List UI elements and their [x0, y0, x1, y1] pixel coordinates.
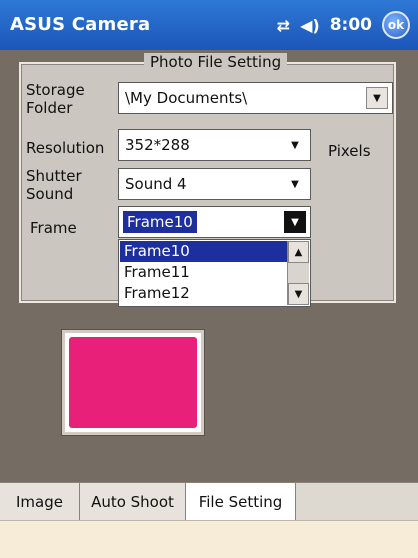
shutter-sound-value: Sound 4	[125, 175, 187, 193]
chevron-down-icon[interactable]: ▼	[284, 173, 306, 195]
shutter-sound-dropdown[interactable]: Sound 4 ▼	[118, 168, 311, 200]
clock[interactable]: 8:00	[330, 15, 372, 35]
chevron-down-icon[interactable]: ▼	[284, 134, 306, 156]
resolution-unit: Pixels	[328, 142, 371, 160]
chevron-down-icon[interactable]: ▼	[366, 87, 388, 109]
storage-folder-dropdown[interactable]: \My Documents\ ▼	[118, 82, 393, 114]
frame-option-frame10[interactable]: Frame10	[120, 241, 288, 262]
ok-button[interactable]: ok	[382, 11, 410, 39]
storage-folder-value: \My Documents\	[125, 89, 248, 107]
frame-label: Frame	[30, 219, 77, 237]
frame-preview-image	[69, 337, 197, 428]
shutter-sound-label: Shutter Sound	[26, 167, 82, 203]
frame-option-frame12[interactable]: Frame12	[120, 283, 288, 304]
frame-list-scrollbar[interactable]: ▲ ▼	[287, 241, 309, 305]
frame-value: Frame10	[123, 211, 197, 233]
frame-dropdown[interactable]: Frame10 ▼	[118, 206, 311, 238]
menu-bar-area	[0, 520, 418, 558]
scroll-up-icon[interactable]: ▲	[288, 241, 309, 263]
chevron-down-icon[interactable]: ▼	[284, 211, 306, 233]
frame-option-frame11[interactable]: Frame11	[120, 262, 288, 283]
tab-bar: Image Auto Shoot File Setting	[0, 482, 418, 520]
resolution-value: 352*288	[125, 136, 190, 154]
tab-file-setting[interactable]: File Setting	[186, 483, 296, 520]
app-title: ASUS Camera	[10, 14, 151, 35]
tab-auto-shoot[interactable]: Auto Shoot	[80, 483, 186, 520]
group-title: Photo File Setting	[144, 53, 288, 71]
frame-preview	[62, 330, 204, 435]
connectivity-icon[interactable]: ⇄	[277, 16, 290, 35]
resolution-dropdown[interactable]: 352*288 ▼	[118, 129, 311, 161]
resolution-label: Resolution	[26, 139, 105, 157]
scroll-down-icon[interactable]: ▼	[288, 283, 309, 305]
camera-app-screen: ASUS Camera ⇄ ◀︎) 8:00 ok Photo File Set…	[0, 0, 418, 558]
title-bar: ASUS Camera ⇄ ◀︎) 8:00 ok	[0, 0, 418, 50]
volume-icon[interactable]: ◀︎)	[300, 16, 320, 35]
tab-image[interactable]: Image	[0, 483, 80, 520]
status-tray: ⇄ ◀︎) 8:00 ok	[277, 10, 410, 40]
storage-folder-label: Storage Folder	[26, 81, 85, 117]
frame-options-list[interactable]: Frame10 Frame11 Frame12 ▲ ▼	[118, 239, 311, 307]
